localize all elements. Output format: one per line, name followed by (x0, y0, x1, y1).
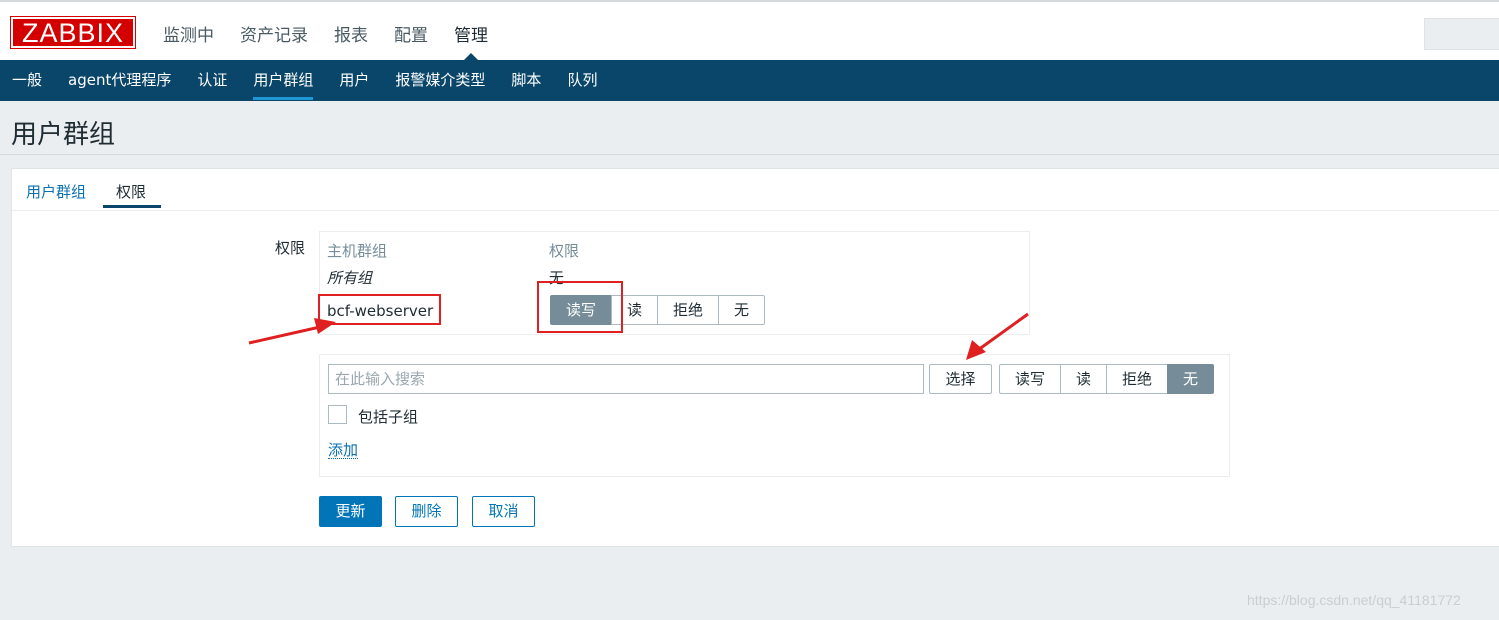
annotation-arrow-left-icon (248, 318, 336, 345)
annotation-arrow-right-icon (966, 312, 1029, 360)
annotation-arrows (248, 312, 1029, 360)
watermark: https://blog.csdn.net/qq_41181772 (1247, 592, 1461, 608)
